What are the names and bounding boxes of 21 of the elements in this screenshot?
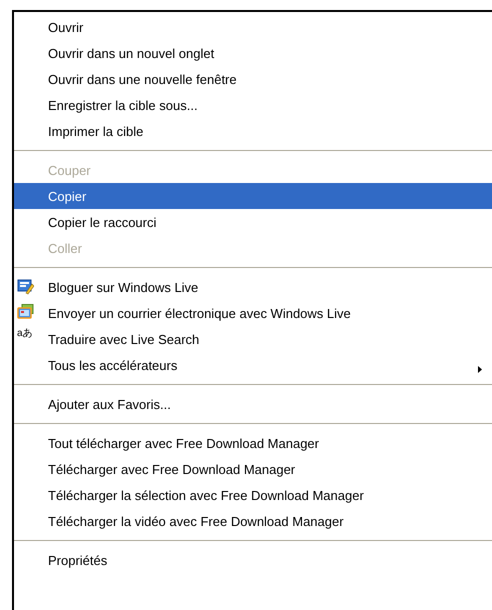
menu-item[interactable]: Ajouter aux Favoris... (14, 391, 492, 417)
menu-item[interactable]: Imprimer la cible (14, 118, 492, 144)
menu-item[interactable]: Copier (14, 183, 492, 209)
menu-item[interactable]: Ouvrir dans un nouvel onglet (14, 40, 492, 66)
menu-item[interactable]: Bloguer sur Windows Live (14, 274, 492, 300)
menu-item[interactable]: Ouvrir (14, 14, 492, 40)
menu-item[interactable]: Tout télécharger avec Free Download Manager (14, 430, 492, 456)
menu-item[interactable]: Télécharger la vidéo avec Free Download Manager (14, 508, 492, 534)
menu-item[interactable]: Copier le raccourci (14, 209, 492, 235)
translate-icon: aあ (17, 329, 33, 339)
menu-item[interactable]: Tous les accélérateurs (14, 352, 492, 378)
menu-item[interactable]: aあ Traduire avec Live Search (14, 326, 492, 352)
menu-item[interactable]: Propriétés (14, 547, 492, 573)
menu-item[interactable]: Enregistrer la cible sous... (14, 92, 492, 118)
submenu-arrow-icon (478, 366, 482, 373)
menu-item[interactable]: Télécharger la sélection avec Free Download Manager (14, 482, 492, 508)
menu-item[interactable]: Envoyer un courrier électronique avec Windows Live (14, 300, 492, 326)
menu-item[interactable]: Télécharger avec Free Download Manager (14, 456, 492, 482)
menu-item[interactable]: Ouvrir dans une nouvelle fenêtre (14, 66, 492, 92)
blog-icon (17, 278, 34, 295)
mail-icon (17, 304, 34, 321)
